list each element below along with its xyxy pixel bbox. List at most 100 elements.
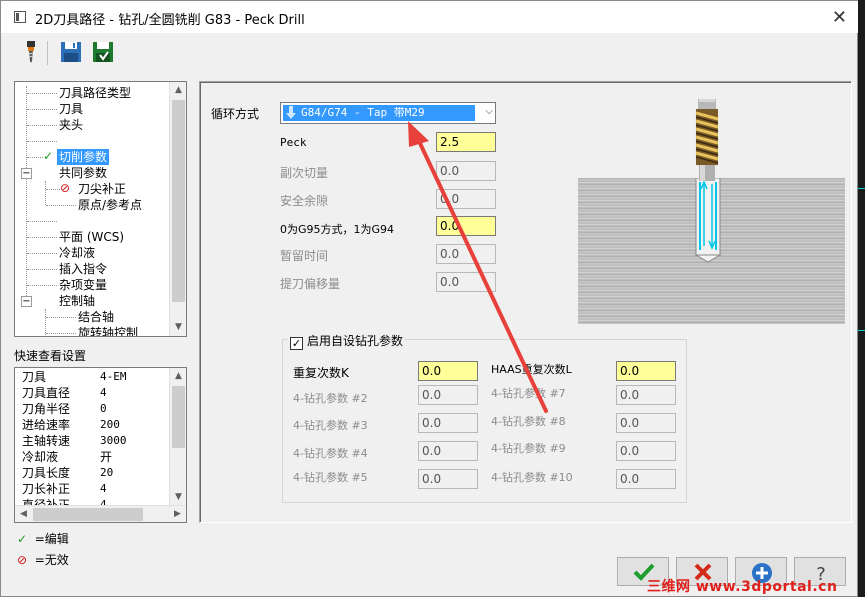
save-icon[interactable] <box>58 39 84 65</box>
parameter-tree[interactable]: 刀具路径类型 刀具 夹头 ✓ 切削参数 − 共同参数 ⊘ 刀尖补正 原点/参考点… <box>14 81 187 337</box>
drill-param-2-label: 4-钻孔参数 #2 <box>293 392 368 405</box>
enable-custom-drill-checkbox[interactable]: ✓ 启用自设钻孔参数 <box>288 332 406 350</box>
save-to-library-icon[interactable] <box>90 39 116 65</box>
row-value: 0 <box>100 402 107 415</box>
drill-param-2-field[interactable]: 0.0 <box>418 385 478 405</box>
app-icon <box>14 11 26 23</box>
tree-connector <box>27 157 43 158</box>
row-name: 刀角半径 <box>22 402 71 416</box>
quick-view-scrollbar[interactable]: ▲ ▼ <box>169 368 186 506</box>
tree-item-toolpath-type[interactable]: 刀具路径类型 <box>59 85 131 101</box>
close-icon[interactable]: ✕ <box>832 7 847 28</box>
quick-view-list[interactable]: 刀具 4-EM 刀具直径 4 刀角半径 0 进给速率 200 主轴转速 3000 冷却液 开… <box>14 367 187 523</box>
tree-item-cut-params[interactable]: 切削参数 <box>57 149 110 165</box>
watermark-text: 三维网 www.3dportal.cn <box>647 579 838 595</box>
cycle-selected-value: G84/G74 - Tap 带M29 <box>283 105 475 121</box>
title-bar: 2D刀具路径 - 钻孔/全圆铣削 G83 - Peck Drill ✕ <box>1 1 859 33</box>
drill-param-3-field[interactable]: 0.0 <box>418 413 478 433</box>
scroll-right-icon[interactable]: ▶ <box>169 506 186 522</box>
background-line <box>858 188 865 189</box>
tree-item-axis-combination[interactable]: 结合轴 <box>78 309 114 325</box>
tree-item-axis-control[interactable]: 控制轴 <box>59 293 95 309</box>
chevron-down-icon[interactable]: ⌵ <box>485 106 493 117</box>
tree-scrollbar[interactable]: ▲ ▼ <box>169 82 186 336</box>
quick-view-row: 刀具 4-EM <box>22 369 127 385</box>
edited-check-icon: ✓ <box>17 532 28 546</box>
tree-item-coolant[interactable]: 冷却液 <box>59 245 95 261</box>
quick-view-row: 刀长补正 4 <box>22 481 107 497</box>
tree-connector <box>27 141 57 142</box>
peck-field[interactable]: 2.5 <box>436 132 496 152</box>
scroll-up-icon[interactable]: ▲ <box>170 82 186 99</box>
tree-item-canned-text[interactable]: 插入指令 <box>59 261 107 277</box>
enable-custom-drill-label: 启用自设钻孔参数 <box>307 334 404 348</box>
drill-param-9-field[interactable]: 0.0 <box>616 441 676 461</box>
drill-param-4-field[interactable]: 0.0 <box>418 441 478 461</box>
repeat-k-field[interactable]: 0.0 <box>418 361 478 381</box>
row-name: 刀具长度 <box>22 466 71 480</box>
scroll-thumb[interactable] <box>172 386 185 448</box>
retract-offset-field[interactable]: 0.0 <box>436 272 496 292</box>
drill-param-8-label: 4-钻孔参数 #8 <box>491 415 566 428</box>
tree-connector <box>46 317 76 318</box>
row-name: 刀长补正 <box>22 482 71 496</box>
tree-item-planes[interactable]: 平面 (WCS) <box>59 229 124 245</box>
tree-connector <box>45 181 46 205</box>
drill-param-8-field[interactable]: 0.0 <box>616 413 676 433</box>
row-name: 冷却液 <box>22 450 59 464</box>
legend-disabled: ⊘ =无效 <box>17 551 69 568</box>
haas-repeat-l-field[interactable]: 0.0 <box>616 361 676 381</box>
row-name: 主轴转速 <box>22 434 71 448</box>
scroll-down-icon[interactable]: ▼ <box>170 489 186 506</box>
cycle-label: 循环方式 <box>211 107 260 121</box>
drill-param-5-field[interactable]: 0.0 <box>418 469 478 489</box>
cycle-select[interactable]: G84/G74 - Tap 带M29 ⌵ <box>280 102 496 124</box>
tree-item-tip-comp[interactable]: 刀尖补正 <box>78 181 126 197</box>
tap-preview-image <box>578 178 845 324</box>
tree-connector <box>27 269 57 270</box>
tree-connector <box>46 333 76 334</box>
tree-collapse-toggle[interactable]: − <box>21 296 32 307</box>
tree-item-tool[interactable]: 刀具 <box>59 101 83 117</box>
drill-param-3-label: 4-钻孔参数 #3 <box>293 419 368 432</box>
drill-param-9-label: 4-钻孔参数 #9 <box>491 442 566 455</box>
scroll-up-icon[interactable]: ▲ <box>170 368 186 385</box>
haas-repeat-l-label: HAAS重复次数L <box>491 363 572 376</box>
background-edge <box>858 0 865 597</box>
tree-connector <box>27 237 57 238</box>
tree-connector <box>27 93 57 94</box>
quick-view-row: 主轴转速 3000 <box>22 433 127 449</box>
drill-param-4-label: 4-钻孔参数 #4 <box>293 447 368 460</box>
checkbox-checked-icon[interactable]: ✓ <box>290 337 303 350</box>
scroll-thumb[interactable] <box>33 508 143 521</box>
tree-item-common-params[interactable]: 共同参数 <box>59 165 107 181</box>
legend-edited-label: =编辑 <box>34 532 69 546</box>
drill-param-7-field[interactable]: 0.0 <box>616 385 676 405</box>
dwell-field[interactable]: 0.0 <box>436 244 496 264</box>
subsequent-peck-field[interactable]: 0.0 <box>436 161 496 181</box>
tree-connector <box>27 253 57 254</box>
quick-view-row: 进给速率 200 <box>22 417 120 433</box>
tree-connector <box>46 189 60 190</box>
tree-item-holder[interactable]: 夹头 <box>59 117 83 133</box>
tree-item-home-ref[interactable]: 原点/参考点 <box>78 197 142 213</box>
quick-view-hscrollbar[interactable]: ◀ ▶ <box>15 505 186 522</box>
tree-item-misc-values[interactable]: 杂项变量 <box>59 277 107 293</box>
g95-mode-field[interactable]: 0.0 <box>436 216 496 236</box>
drill-param-10-field[interactable]: 0.0 <box>616 469 676 489</box>
scroll-thumb[interactable] <box>172 100 185 302</box>
disabled-mark-icon: ⊘ <box>17 553 28 567</box>
tool-drill-icon[interactable] <box>18 39 44 65</box>
scroll-left-icon[interactable]: ◀ <box>15 506 32 522</box>
background-line <box>858 330 865 331</box>
toolbar-separator <box>47 41 48 65</box>
retract-offset-label: 提刀偏移量 <box>280 277 341 291</box>
legend-edited: ✓ =编辑 <box>17 530 69 547</box>
tap-cycle-icon <box>286 106 296 119</box>
repeat-k-label: 重复次数K <box>293 366 349 380</box>
tree-item-rotary-axis[interactable]: 旋转轴控制 <box>78 325 138 336</box>
tree-collapse-toggle[interactable]: − <box>21 168 32 179</box>
safety-zone-field[interactable]: 0.0 <box>436 189 496 209</box>
scroll-down-icon[interactable]: ▼ <box>170 319 186 336</box>
tree-connector <box>27 125 57 126</box>
